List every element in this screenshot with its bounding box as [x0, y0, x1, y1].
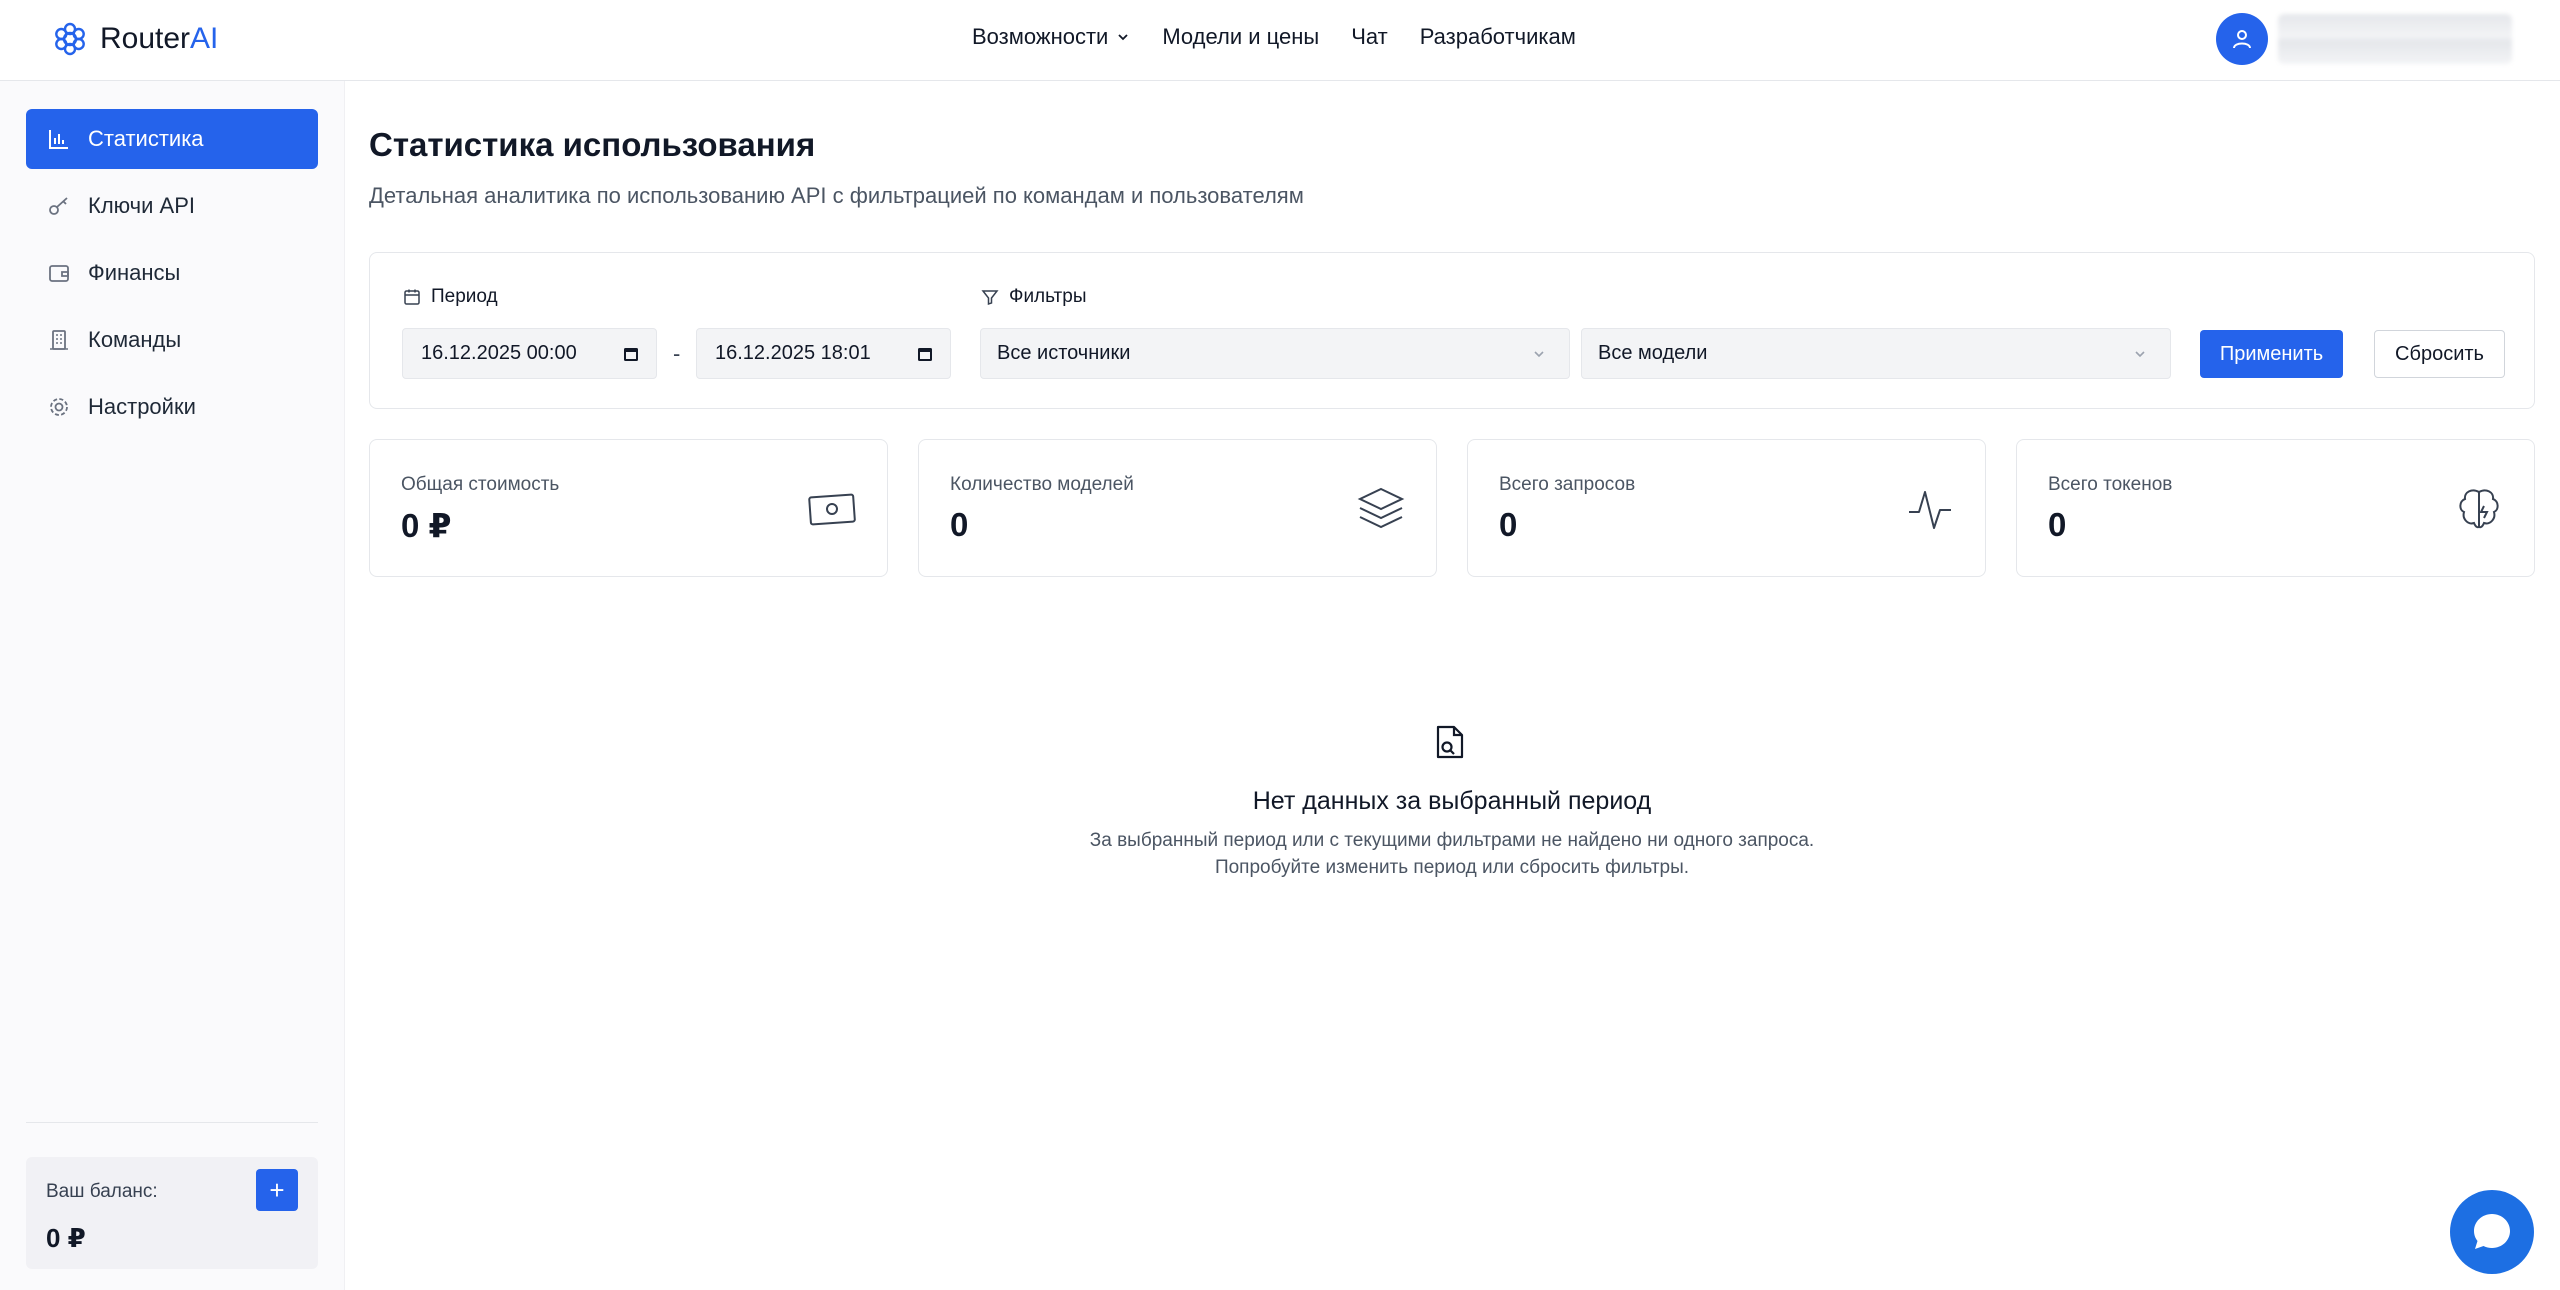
- date-to-input[interactable]: 16.12.2025 18:01: [696, 328, 951, 379]
- period-label: Период: [403, 286, 498, 308]
- date-separator: -: [673, 341, 681, 366]
- sidebar-item-settings[interactable]: Настройки: [26, 377, 318, 437]
- add-balance-button[interactable]: +: [256, 1169, 298, 1211]
- top-header: RouterAI Возможности Модели и цены Чат Р…: [0, 0, 2560, 81]
- balance-value: 0 ₽: [46, 1223, 86, 1253]
- stat-value: 0 ₽: [401, 507, 452, 544]
- logo[interactable]: RouterAI: [52, 21, 218, 57]
- empty-state-hint: Попробуйте изменить период или сбросить …: [1214, 857, 1690, 878]
- calendar-icon: [404, 289, 420, 305]
- top-nav: Возможности Модели и цены Чат Разработчи…: [972, 24, 1576, 50]
- user-avatar[interactable]: [2216, 13, 2268, 65]
- stat-card-total-tokens: Всего токенов 0: [2016, 439, 2535, 577]
- nav-chat-label: Чат: [1351, 24, 1388, 49]
- model-select-value: Все модели: [1598, 342, 1708, 364]
- sidebar-item-label: Финансы: [88, 260, 181, 285]
- stat-card-model-count: Количество моделей 0: [918, 439, 1437, 577]
- chevron-down-icon: [1118, 34, 1128, 41]
- filters-label-text: Фильтры: [1009, 286, 1087, 307]
- stat-label: Всего запросов: [1499, 474, 1636, 495]
- stat-value: 0: [950, 506, 969, 543]
- reset-button[interactable]: Сбросить: [2374, 330, 2505, 378]
- page-title: Статистика использования: [369, 126, 816, 163]
- balance-card: Ваш баланс: 0 ₽ +: [26, 1157, 318, 1269]
- wallet-icon: [46, 260, 72, 286]
- source-select-value: Все источники: [997, 342, 1131, 364]
- calendar-picker-icon[interactable]: [916, 345, 934, 363]
- sidebar-divider: [26, 1122, 318, 1123]
- sidebar-item-statistics[interactable]: Статистика: [26, 109, 318, 169]
- sidebar: Статистика Ключи API Финансы Команды Нас…: [0, 81, 345, 1290]
- balance-label: Ваш баланс:: [46, 1181, 158, 1202]
- empty-state-text: За выбранный период или с текущими фильт…: [1089, 830, 1815, 851]
- bar-chart-icon: [46, 126, 72, 152]
- nav-developers[interactable]: Разработчикам: [1420, 24, 1576, 50]
- chevron-down-icon: [2135, 350, 2145, 357]
- source-select[interactable]: Все источники: [980, 328, 1570, 379]
- sidebar-item-teams[interactable]: Команды: [26, 310, 318, 370]
- chevron-down-icon: [1534, 350, 1544, 357]
- empty-state-title: Нет данных за выбранный период: [1252, 787, 1652, 815]
- activity-icon: [1905, 484, 1955, 534]
- sidebar-item-label: Статистика: [88, 126, 204, 151]
- building-icon: [46, 327, 72, 353]
- sidebar-item-api-keys[interactable]: Ключи API: [26, 176, 318, 236]
- chat-bubble-icon: [2474, 1214, 2510, 1249]
- brain-icon: [2454, 484, 2504, 534]
- funnel-icon: [981, 290, 999, 306]
- sidebar-item-label: Ключи API: [88, 193, 195, 218]
- stat-label: Всего токенов: [2048, 474, 2173, 495]
- stat-card-total-requests: Всего запросов 0: [1467, 439, 1986, 577]
- filters-label: Фильтры: [981, 286, 1086, 308]
- nav-models-prices[interactable]: Модели и цены: [1162, 24, 1319, 50]
- calendar-picker-icon[interactable]: [622, 345, 640, 363]
- user-icon: [2233, 30, 2251, 49]
- key-icon: [46, 193, 72, 219]
- stat-value: 0: [1499, 506, 1518, 543]
- nav-models-prices-label: Модели и цены: [1162, 24, 1320, 49]
- stat-label: Количество моделей: [950, 474, 1134, 495]
- nav-features-label: Возможности: [972, 24, 1109, 49]
- stat-label: Общая стоимость: [401, 474, 560, 495]
- sidebar-item-label: Настройки: [88, 394, 196, 419]
- page-subtitle: Детальная аналитика по использованию API…: [369, 183, 1304, 208]
- stat-value: 0: [2048, 506, 2067, 543]
- sidebar-item-label: Команды: [88, 327, 182, 352]
- sidebar-item-finance[interactable]: Финансы: [26, 243, 318, 303]
- stat-card-total-cost: Общая стоимость 0 ₽: [369, 439, 888, 577]
- model-select[interactable]: Все модели: [1581, 328, 2171, 379]
- gear-icon: [46, 394, 72, 420]
- chat-widget-button[interactable]: [2450, 1190, 2534, 1274]
- nav-developers-label: Разработчикам: [1419, 24, 1576, 49]
- logo-text: RouterAI: [100, 22, 219, 55]
- layers-icon: [1356, 484, 1406, 534]
- banknote-icon: [807, 484, 857, 534]
- nav-chat[interactable]: Чат: [1351, 24, 1388, 50]
- date-from-value: 16.12.2025 00:00: [421, 342, 577, 364]
- date-to-value: 16.12.2025 18:01: [715, 342, 871, 364]
- apply-button[interactable]: Применить: [2200, 330, 2343, 378]
- nav-features[interactable]: Возможности: [972, 24, 1130, 50]
- period-label-text: Период: [431, 286, 498, 307]
- file-search-icon: [1436, 725, 1464, 759]
- user-info-redacted[interactable]: [2278, 14, 2512, 64]
- logo-icon: [55, 22, 85, 56]
- date-from-input[interactable]: 16.12.2025 00:00: [402, 328, 657, 379]
- filter-panel: Период 16.12.2025 00:00 - 16.12.2025 18:…: [369, 252, 2535, 409]
